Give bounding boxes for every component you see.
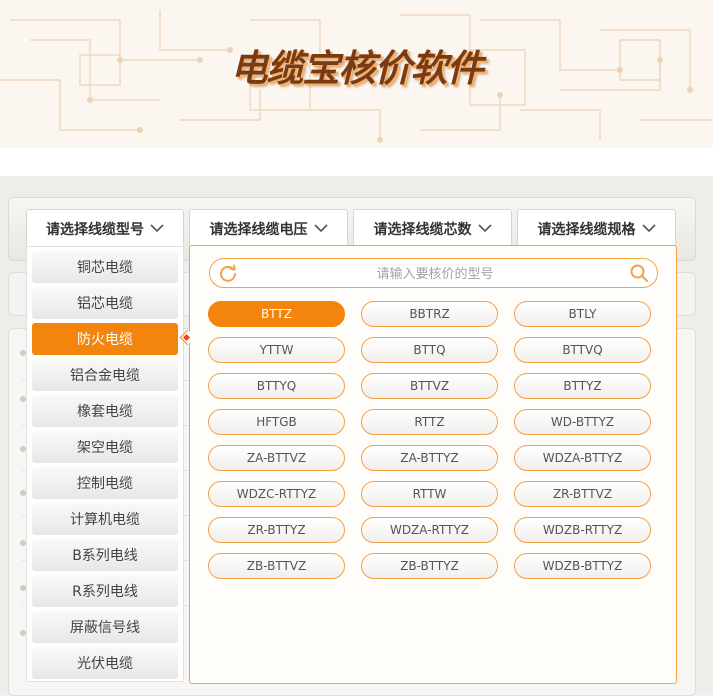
model-chip[interactable]: ZB-BTTVZ <box>208 553 345 579</box>
model-chip[interactable]: WDZB-RTTYZ <box>514 517 651 543</box>
model-chip[interactable]: HFTGB <box>208 409 345 435</box>
model-chip[interactable]: WDZA-RTTYZ <box>361 517 498 543</box>
model-chip[interactable]: BTLY <box>514 301 651 327</box>
model-chip[interactable]: YTTW <box>208 337 345 363</box>
model-chip[interactable]: ZA-BTTVZ <box>208 445 345 471</box>
model-chip[interactable]: BBTRZ <box>361 301 498 327</box>
category-item-aluminum-core[interactable]: 铝芯电缆 <box>32 287 178 319</box>
model-chip[interactable]: ZR-BTTYZ <box>208 517 345 543</box>
model-chip[interactable]: BTTVQ <box>514 337 651 363</box>
category-item-r-series[interactable]: R系列电线 <box>32 575 178 607</box>
model-chip[interactable]: BTTQ <box>361 337 498 363</box>
core-count-dropdown[interactable]: 请选择线缆芯数 <box>353 209 512 247</box>
model-search-box <box>209 258 658 288</box>
model-search-input[interactable] <box>244 262 626 286</box>
spec-dropdown[interactable]: 请选择线缆规格 <box>517 209 676 247</box>
category-item-shielded-signal[interactable]: 屏蔽信号线 <box>32 611 178 643</box>
category-item-photovoltaic[interactable]: 光伏电缆 <box>32 647 178 679</box>
model-chip[interactable]: BTTYZ <box>514 373 651 399</box>
chevron-down-icon <box>641 224 656 233</box>
model-chip[interactable]: RTTZ <box>361 409 498 435</box>
dropdown-label: 请选择线缆电压 <box>209 221 308 238</box>
header-divider <box>0 148 713 176</box>
model-chip[interactable]: WDZB-BTTYZ <box>514 553 651 579</box>
category-item-copper-core[interactable]: 铜芯电缆 <box>32 251 178 283</box>
category-item-aluminum-alloy[interactable]: 铝合金电缆 <box>32 359 178 391</box>
category-item-b-series[interactable]: B系列电线 <box>32 539 178 571</box>
model-chip[interactable]: BTTVZ <box>361 373 498 399</box>
model-chip[interactable]: BTTYQ <box>208 373 345 399</box>
category-item-control[interactable]: 控制电缆 <box>32 467 178 499</box>
model-chip[interactable]: ZB-BTTYZ <box>361 553 498 579</box>
category-item-fireproof[interactable]: 防火电缆 <box>32 323 178 355</box>
chevron-down-icon <box>313 224 328 233</box>
model-type-dropdown[interactable]: 请选择线缆型号 <box>26 209 184 247</box>
category-item-overhead[interactable]: 架空电缆 <box>32 431 178 463</box>
voltage-dropdown[interactable]: 请选择线缆电压 <box>189 209 348 247</box>
category-item-rubber-sheathed[interactable]: 橡套电缆 <box>32 395 178 427</box>
dropdown-label: 请选择线缆型号 <box>46 221 144 238</box>
app-logo: 电缆宝核价软件 <box>230 46 484 90</box>
header-banner: 电缆宝核价软件 <box>0 0 713 148</box>
dropdown-label: 请选择线缆芯数 <box>373 221 472 238</box>
search-icon[interactable] <box>629 263 649 287</box>
chevron-down-icon <box>477 224 492 233</box>
model-chip[interactable]: ZR-BTTVZ <box>514 481 651 507</box>
model-chip[interactable]: WDZC-RTTYZ <box>208 481 345 507</box>
model-chip[interactable]: ZA-BTTYZ <box>361 445 498 471</box>
chevron-down-icon <box>150 224 164 233</box>
model-chip[interactable]: RTTW <box>361 481 498 507</box>
refresh-icon[interactable] <box>218 263 238 287</box>
dropdown-label: 请选择线缆规格 <box>537 221 636 238</box>
model-chip[interactable]: WDZA-BTTYZ <box>514 445 651 471</box>
model-chip[interactable]: WD-BTTYZ <box>514 409 651 435</box>
model-chip[interactable]: BTTZ <box>208 301 345 327</box>
category-item-computer[interactable]: 计算机电缆 <box>32 503 178 535</box>
